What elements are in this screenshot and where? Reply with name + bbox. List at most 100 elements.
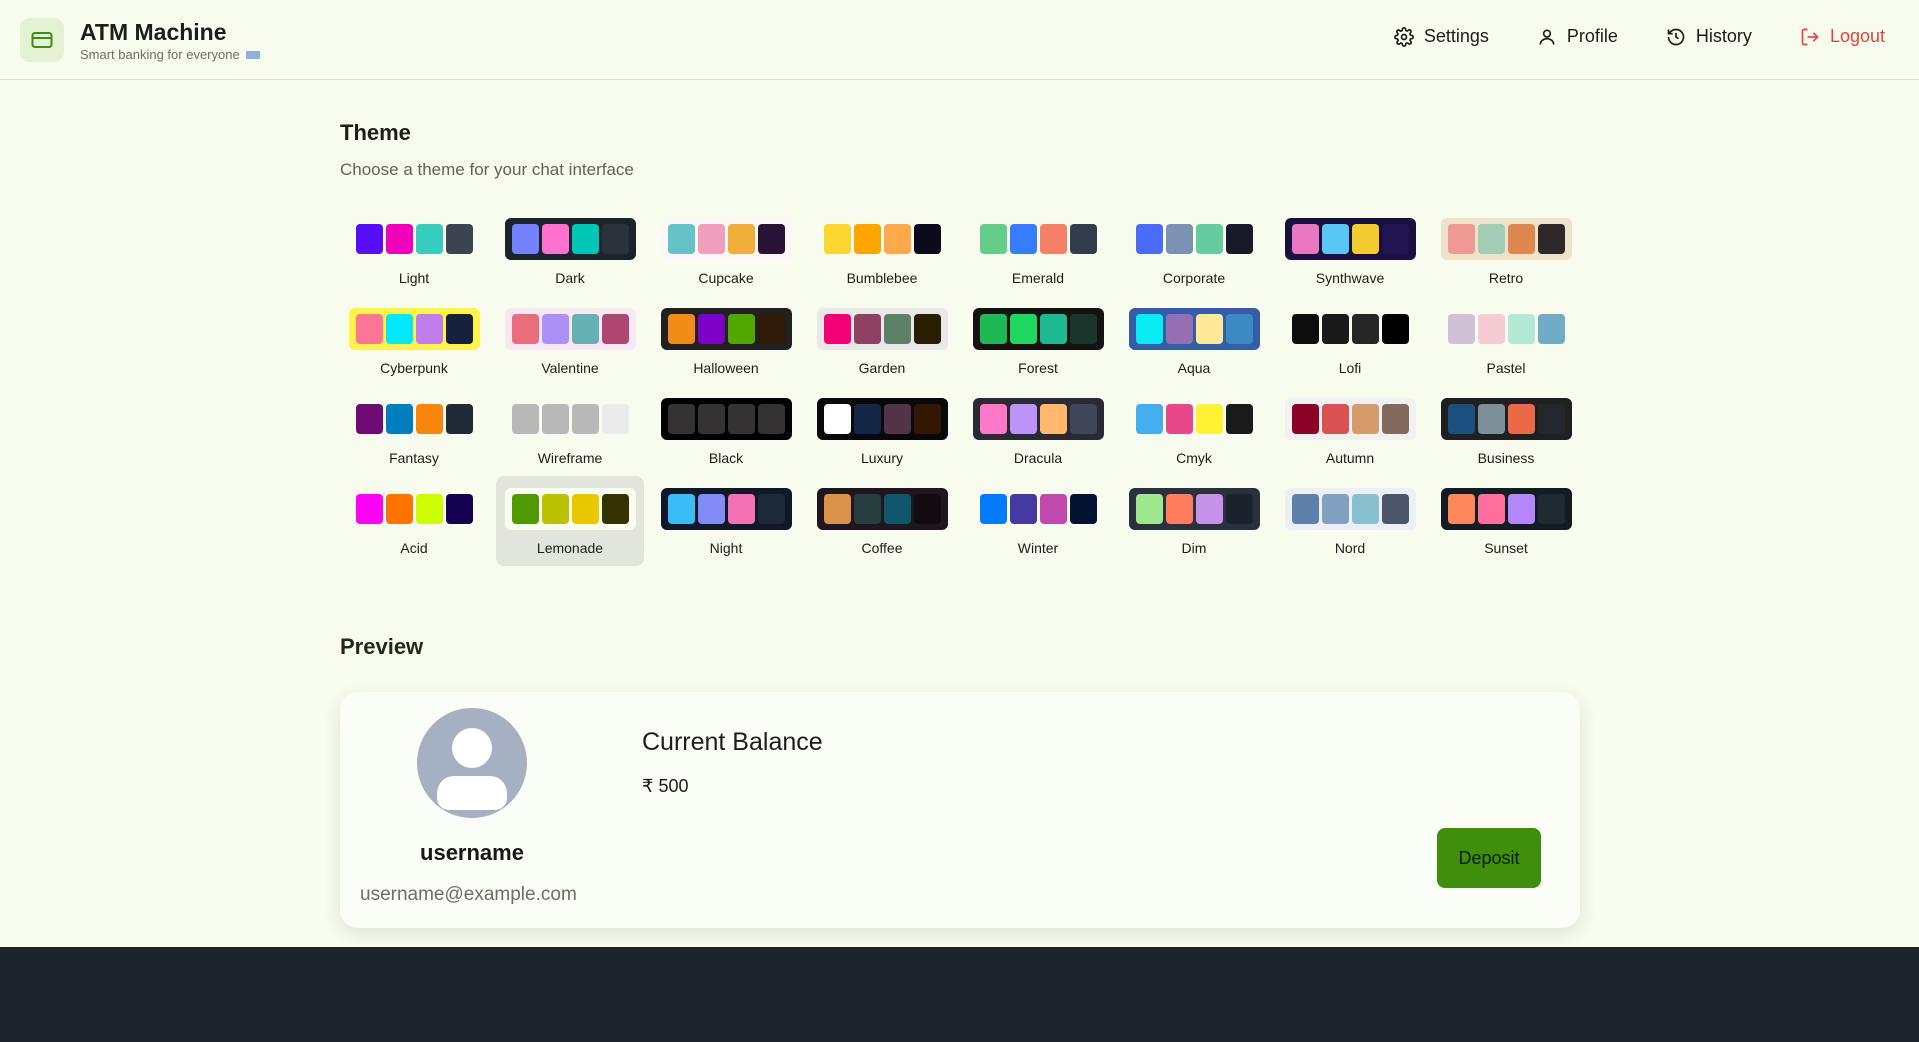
swatch-color xyxy=(667,494,695,524)
swatch-color xyxy=(355,314,383,344)
swatch-color xyxy=(1135,224,1163,254)
swatch-color xyxy=(1537,404,1565,434)
theme-name: Forest xyxy=(1018,360,1058,376)
theme-swatch xyxy=(816,488,948,530)
theme-option-sunset[interactable]: Sunset xyxy=(1432,476,1580,566)
theme-option-retro[interactable]: Retro xyxy=(1432,206,1580,296)
swatch-color xyxy=(1291,404,1319,434)
theme-option-black[interactable]: Black xyxy=(652,386,800,476)
theme-option-garden[interactable]: Garden xyxy=(808,296,956,386)
theme-option-synthwave[interactable]: Synthwave xyxy=(1276,206,1424,296)
nav-logout[interactable]: Logout xyxy=(1800,26,1885,47)
theme-swatch xyxy=(1284,398,1416,440)
theme-option-lemonade[interactable]: Lemonade xyxy=(496,476,644,566)
theme-name: Cupcake xyxy=(698,270,754,286)
gear-icon xyxy=(1393,26,1414,47)
theme-option-cupcake[interactable]: Cupcake xyxy=(652,206,800,296)
theme-swatch xyxy=(1128,488,1260,530)
theme-option-winter[interactable]: Winter xyxy=(964,476,1112,566)
theme-option-luxury[interactable]: Luxury xyxy=(808,386,956,476)
theme-option-acid[interactable]: Acid xyxy=(340,476,488,566)
theme-option-halloween[interactable]: Halloween xyxy=(652,296,800,386)
swatch-color xyxy=(1507,494,1535,524)
theme-option-dark[interactable]: Dark xyxy=(496,206,644,296)
swatch-color xyxy=(823,404,851,434)
theme-name: Autumn xyxy=(1325,450,1375,466)
theme-option-bumblebee[interactable]: Bumblebee xyxy=(808,206,956,296)
theme-name: Lemonade xyxy=(536,540,604,556)
top-nav: Settings Profile History Logout xyxy=(1346,26,1885,47)
swatch-color xyxy=(667,314,695,344)
swatch-color xyxy=(1447,224,1475,254)
swatch-color xyxy=(1195,224,1223,254)
theme-option-forest[interactable]: Forest xyxy=(964,296,1112,386)
theme-name: Wireframe xyxy=(537,450,603,466)
theme-option-business[interactable]: Business xyxy=(1432,386,1580,476)
swatch-color xyxy=(913,224,941,254)
swatch-color xyxy=(697,404,725,434)
theme-option-nord[interactable]: Nord xyxy=(1276,476,1424,566)
theme-option-dracula[interactable]: Dracula xyxy=(964,386,1112,476)
theme-option-valentine[interactable]: Valentine xyxy=(496,296,644,386)
swatch-color xyxy=(415,314,443,344)
swatch-color xyxy=(1537,314,1565,344)
theme-name: Pastel xyxy=(1486,360,1526,376)
swatch-color xyxy=(1321,314,1349,344)
theme-swatch xyxy=(1129,398,1260,440)
swatch-color xyxy=(757,314,785,344)
swatch-color xyxy=(697,224,725,254)
swatch-color xyxy=(913,314,941,344)
swatch-color xyxy=(511,224,539,254)
deposit-button[interactable]: Deposit xyxy=(1437,828,1541,888)
theme-option-corporate[interactable]: Corporate xyxy=(1120,206,1268,296)
theme-option-cmyk[interactable]: Cmyk xyxy=(1120,386,1268,476)
swatch-color xyxy=(385,404,413,434)
nav-profile[interactable]: Profile xyxy=(1537,26,1618,47)
swatch-color xyxy=(445,404,473,434)
theme-option-fantasy[interactable]: Fantasy xyxy=(340,386,488,476)
swatch-color xyxy=(883,494,911,524)
swatch-color xyxy=(853,314,881,344)
theme-name: Dim xyxy=(1181,540,1207,556)
theme-name: Cyberpunk xyxy=(380,360,448,376)
theme-option-coffee[interactable]: Coffee xyxy=(808,476,956,566)
theme-name: Fantasy xyxy=(389,450,439,466)
theme-name: Nord xyxy=(1334,540,1366,556)
swatch-color xyxy=(1009,404,1037,434)
swatch-color xyxy=(511,494,539,524)
preview-title: Preview xyxy=(340,634,424,659)
nav-history[interactable]: History xyxy=(1666,26,1752,47)
preview-username: username xyxy=(420,840,524,865)
theme-name: Emerald xyxy=(1011,270,1065,286)
theme-option-dim[interactable]: Dim xyxy=(1120,476,1268,566)
swatch-color xyxy=(1291,494,1319,524)
theme-option-wireframe[interactable]: Wireframe xyxy=(496,386,644,476)
theme-option-emerald[interactable]: Emerald xyxy=(964,206,1112,296)
theme-swatch xyxy=(1441,308,1572,350)
brand: ATM Machine Smart banking for everyone xyxy=(20,18,260,62)
nav-settings[interactable]: Settings xyxy=(1393,26,1489,47)
theme-swatch xyxy=(504,488,636,530)
swatch-color xyxy=(601,404,629,434)
swatch-color xyxy=(385,494,413,524)
theme-option-light[interactable]: Light xyxy=(340,206,488,296)
app-title: ATM Machine xyxy=(80,19,227,45)
theme-option-lofi[interactable]: Lofi xyxy=(1276,296,1424,386)
swatch-color xyxy=(1195,314,1223,344)
theme-option-autumn[interactable]: Autumn xyxy=(1276,386,1424,476)
theme-option-night[interactable]: Night xyxy=(652,476,800,566)
swatch-color xyxy=(355,224,383,254)
theme-grid: Light Dark Cupcake Bumblebee Emerald Corporat… xyxy=(340,206,1580,566)
swatch-color xyxy=(1507,404,1535,434)
avatar xyxy=(417,708,527,818)
theme-option-cyberpunk[interactable]: Cyberpunk xyxy=(340,296,488,386)
theme-name: Retro xyxy=(1488,270,1524,286)
theme-option-aqua[interactable]: Aqua xyxy=(1120,296,1268,386)
logout-icon xyxy=(1801,28,1819,45)
swatch-color xyxy=(1447,314,1475,344)
theme-name: Garden xyxy=(858,360,906,376)
swatch-color xyxy=(1135,404,1163,434)
swatch-color xyxy=(667,224,695,254)
swatch-color xyxy=(697,314,725,344)
theme-option-pastel[interactable]: Pastel xyxy=(1432,296,1580,386)
